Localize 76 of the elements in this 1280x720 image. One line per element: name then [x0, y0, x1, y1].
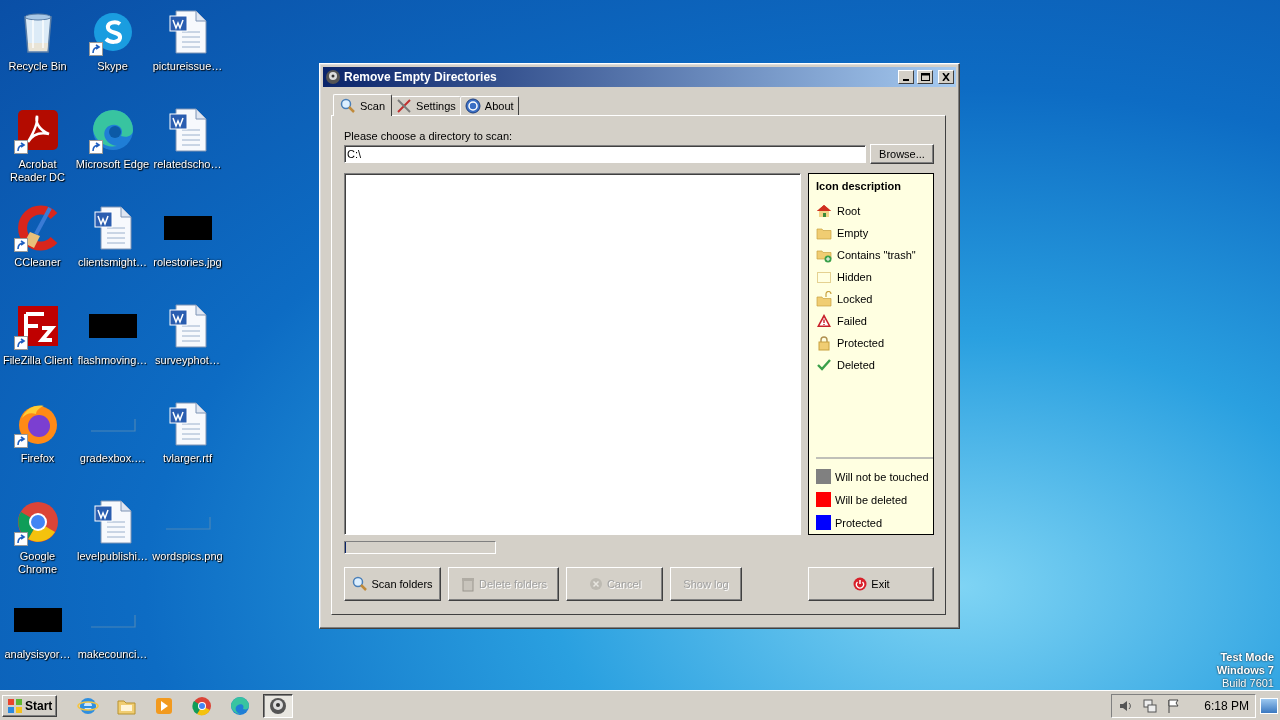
- desktop-icon-label[interactable]: surveyphot…: [150, 354, 225, 367]
- folder-icon: [816, 225, 832, 241]
- clock: 6:18 PM: [1204, 698, 1249, 713]
- legend-label: Deleted: [837, 359, 875, 371]
- tab[interactable]: Scan: [333, 94, 393, 116]
- tab[interactable]: About: [459, 96, 519, 115]
- image-thumbnail: [89, 418, 136, 432]
- os-notice-text: Windows 7: [1216, 664, 1274, 677]
- start-button[interactable]: Start: [2, 694, 58, 717]
- minimize-button[interactable]: [898, 70, 914, 84]
- close-icon: [942, 73, 950, 81]
- legend-label: Empty: [837, 227, 869, 239]
- windows-flag-icon: [7, 697, 23, 714]
- tricolor-circle-icon: [191, 694, 214, 717]
- desktop-icon-label[interactable]: Firefox: [0, 452, 75, 465]
- padlock-icon: [816, 335, 832, 351]
- desktop-icon-label[interactable]: Google Chrome: [0, 550, 75, 576]
- desktop-icon-label[interactable]: Recycle Bin: [0, 60, 75, 73]
- legend-label: Will not be touched: [835, 470, 929, 483]
- desktop-icon-label[interactable]: wordspics.png: [150, 550, 225, 563]
- exit-button[interactable]: Exit: [808, 567, 934, 601]
- locked-folder-icon: [816, 291, 832, 307]
- taskbar-button[interactable]: [263, 693, 294, 718]
- house-icon: [816, 203, 832, 219]
- dotted-folder-icon: [816, 269, 832, 285]
- window-title: Remove Empty Directories: [344, 70, 498, 84]
- network-icon[interactable]: [1142, 697, 1159, 714]
- desktop-icon-label[interactable]: pictureissue…: [150, 60, 225, 73]
- legend-label: Failed: [837, 315, 867, 327]
- desktop-icon-label[interactable]: CCleaner: [0, 256, 75, 269]
- disc-icon: [325, 69, 341, 85]
- browse-button[interactable]: Browse...: [870, 144, 934, 164]
- desktop-icon-label[interactable]: flashmoving…: [75, 354, 150, 367]
- legend-label: Hidden: [837, 271, 872, 283]
- minimize-icon: [903, 79, 909, 81]
- maximize-button[interactable]: [917, 70, 933, 84]
- image-thumbnail: [89, 614, 136, 628]
- legend-label: Root: [837, 205, 861, 217]
- tools-icon: [396, 98, 413, 114]
- desktop-icon-label[interactable]: clientsmight…: [75, 256, 150, 269]
- legend-label: Will be deleted: [835, 493, 908, 506]
- check-icon: [816, 357, 832, 373]
- cancel-icon: [587, 576, 604, 592]
- image-thumbnail: [164, 516, 211, 530]
- tab[interactable]: Settings: [391, 96, 461, 115]
- warning-icon: [816, 313, 832, 329]
- trash-icon: [460, 576, 477, 592]
- field-label: Please choose a directory to scan:: [344, 130, 514, 142]
- show-desktop-button[interactable]: [1260, 697, 1278, 714]
- wave-circle-icon: [229, 694, 252, 717]
- legend-label: Locked: [837, 293, 873, 305]
- desktop-icon-label[interactable]: gradexbox.…: [75, 452, 150, 465]
- desktop-icon-label[interactable]: Skype: [75, 60, 150, 73]
- desktop-icon-label[interactable]: analysisyor…: [0, 648, 75, 661]
- legend-label: Protected: [835, 516, 883, 529]
- desktop-icon-label[interactable]: Microsoft Edge: [75, 158, 150, 171]
- legend-label: Protected: [837, 337, 885, 349]
- legend-label: Contains "trash": [837, 249, 916, 261]
- power-icon: [852, 576, 869, 592]
- desktop-icon-label[interactable]: levelpublishi…: [75, 550, 150, 563]
- search-icon: [340, 97, 356, 114]
- directory-field[interactable]: C:\: [344, 145, 866, 163]
- desktop-icon-label[interactable]: rolestories.jpg: [150, 256, 225, 269]
- desktop-icon-label[interactable]: FileZilla Client: [0, 354, 75, 367]
- desktop-icon-label[interactable]: Acrobat Reader DC: [0, 158, 75, 184]
- maximize-icon: [920, 73, 930, 81]
- os-notice-text: Build 7601: [1222, 677, 1274, 690]
- desktop-icon-label[interactable]: makecounci…: [75, 648, 150, 661]
- close-button[interactable]: [938, 70, 954, 84]
- folder-plus-icon: [816, 247, 832, 263]
- search-icon: [352, 576, 369, 592]
- desktop-icon-label[interactable]: relatedscho…: [150, 158, 225, 171]
- os-notice-text: Test Mode: [1220, 651, 1274, 664]
- scan-button[interactable]: Scan folders: [344, 567, 441, 601]
- desktop-icon-label[interactable]: tvlarger.rtf: [150, 452, 225, 465]
- legend-title: Icon description: [816, 180, 902, 192]
